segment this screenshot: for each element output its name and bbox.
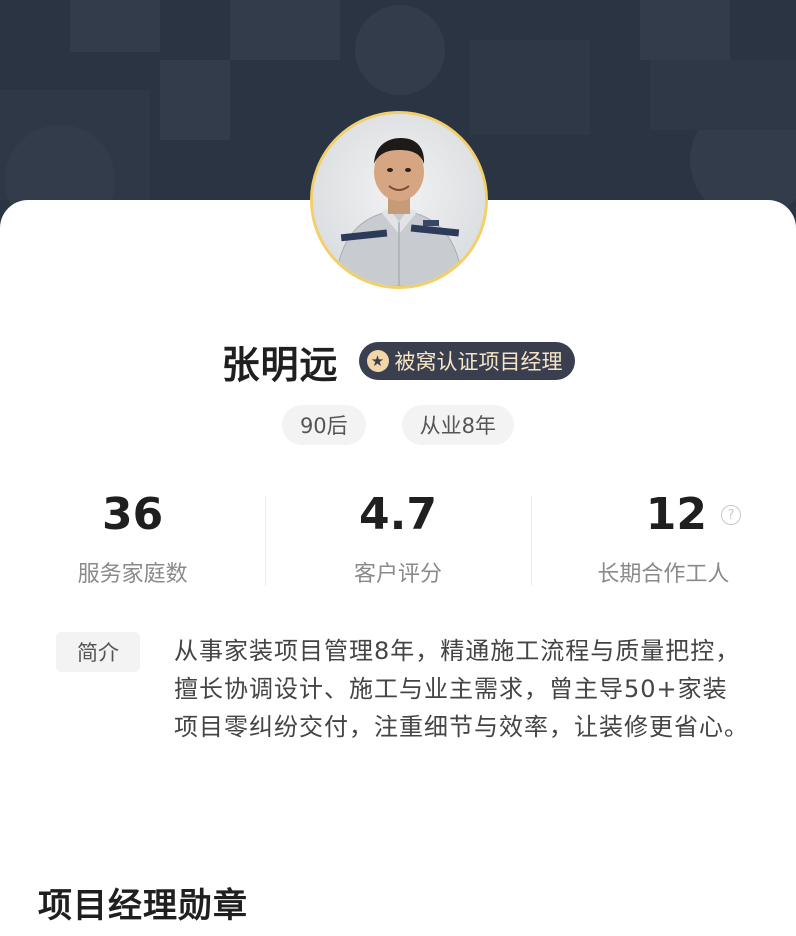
stat-label: 客户评分 (353, 562, 442, 587)
profile-tags: 90后 从业8年 (0, 405, 796, 445)
stat-value: 12 (645, 489, 707, 540)
stat-label: 服务家庭数 (77, 562, 188, 587)
badges-section-title: 项目经理勋章 (38, 886, 248, 926)
stat-value: 4.7 (359, 489, 437, 540)
stat-long-term-workers: 12 ? 长期合作工人 (530, 488, 796, 588)
certification-badge[interactable]: ★ 被窝认证项目经理 (358, 342, 575, 380)
star-icon: ★ (366, 350, 389, 372)
stat-families-served: 36 服务家庭数 (0, 488, 265, 588)
tag-experience: 从业8年 (401, 405, 515, 445)
stat-value: 36 (102, 489, 164, 540)
intro-section: 简介 从事家装项目管理8年，精通施工流程与质量把控，擅长协调设计、施工与业主需求… (56, 632, 756, 746)
stats-row: 36 服务家庭数 4.7 客户评分 12 ? 长期合作工人 (0, 488, 796, 588)
tag-age: 90后 (281, 405, 366, 445)
name-row: 张明远 ★ 被窝认证项目经理 (0, 336, 796, 387)
manager-name: 张明远 (221, 342, 339, 387)
intro-label: 简介 (56, 632, 140, 672)
avatar (310, 111, 488, 289)
certification-label: 被窝认证项目经理 (394, 350, 563, 374)
intro-text: 从事家装项目管理8年，精通施工流程与质量把控，擅长协调设计、施工与业主需求，曾主… (174, 637, 749, 741)
stat-value-wrap: 12 ? (646, 488, 741, 542)
question-icon[interactable]: ? (720, 505, 741, 525)
stat-label: 长期合作工人 (597, 562, 730, 587)
stat-customer-rating: 4.7 客户评分 (265, 488, 530, 588)
